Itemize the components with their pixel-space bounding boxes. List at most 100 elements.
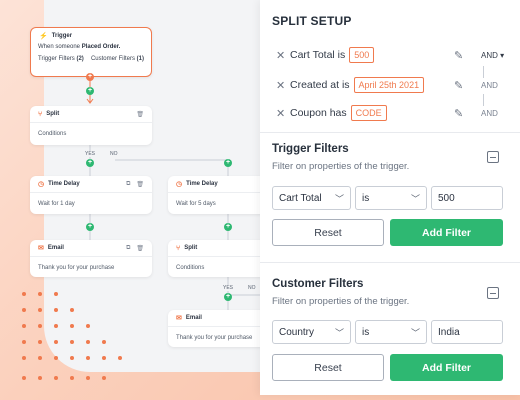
email-node-title: Email [185,315,202,321]
add-step-plus-icon[interactable]: + [86,223,94,231]
select-value: is [362,192,370,204]
close-icon[interactable]: ✕ [276,49,290,62]
and-operator-label: AND [481,80,498,90]
trigger-filter-value-input[interactable]: 500 [431,186,503,210]
add-step-plus-icon[interactable]: + [224,293,232,301]
customer-filters-add-button[interactable]: Add Filter [390,354,503,381]
close-icon[interactable]: ✕ [276,107,290,120]
bolt-icon: ⚡ [39,32,48,40]
and-operator-dropdown[interactable]: AND ▾ [481,51,504,60]
pencil-icon[interactable]: ✎ [454,79,463,92]
split-setup-panel: SPLIT SETUP ✕ Cart Total is 500 ✎ AND ▾ … [260,0,520,395]
trigger-node-body: When someone Placed Order. Trigger Filte… [31,44,151,62]
trigger-filters-summary[interactable]: Trigger Filters (2) [38,56,84,62]
trash-icon[interactable]: 🗑 [136,181,144,188]
close-icon[interactable]: ✕ [276,79,290,92]
condition-value-chip[interactable]: April 25th 2021 [353,77,425,93]
collapse-icon[interactable] [487,287,499,299]
split-icon: ⑂ [38,110,43,118]
time-delay-node[interactable]: ◷ Time Delay Wait for 5 days [168,176,268,214]
condition-row: ✕ Cart Total is 500 ✎ AND ▾ [276,46,506,64]
customer-filters-subtitle: Filter on properties of the trigger. [272,296,410,307]
select-value: is [362,326,370,338]
condition-row: ✕ Coupon has CODE ✎ AND [276,104,506,122]
email-node-title: Email [47,245,64,251]
time-delay-title: Time Delay [48,181,80,187]
select-value: Cart Total [279,192,322,204]
email-node-body: Thank you for your purchase [38,265,115,271]
condition-value-chip[interactable]: CODE [350,105,387,121]
pencil-icon[interactable]: ✎ [454,107,463,120]
input-value: 500 [438,192,455,204]
trigger-filters-subtitle: Filter on properties of the trigger. [272,161,410,172]
trigger-filters-title: Trigger Filters [272,143,349,155]
trigger-event: Placed Order. [81,44,121,50]
trigger-filters-count: (2) [76,56,84,62]
time-delay-tools: ⧉ 🗑 [126,181,144,188]
trigger-filter-field-select[interactable]: Cart Total ﹀ [272,186,351,210]
customer-filters-reset-button[interactable]: Reset [272,354,384,381]
trash-icon[interactable]: 🗑 [136,111,144,118]
branch-yes-label: YES [222,285,235,291]
divider [260,262,520,263]
branch-no-label: NO [247,285,257,291]
email-node-header: ✉ Email ⧉ 🗑 [30,240,152,257]
customer-filter-field-select[interactable]: Country ﹀ [272,320,351,344]
email-node[interactable]: ✉ Email Thank you for your purchase [168,310,268,347]
chevron-down-icon: ﹀ [334,327,344,338]
add-step-plus-icon[interactable]: + [86,159,94,167]
time-delay-body: Wait for 5 days [176,201,216,207]
customer-filter-value-input[interactable]: India [431,320,503,344]
trash-icon[interactable]: 🗑 [136,245,144,252]
chevron-down-icon: ﹀ [410,327,420,338]
trigger-filter-operator-select[interactable]: is ﹀ [355,186,427,210]
chevron-down-icon: ﹀ [410,193,420,204]
customer-filter-operator-select[interactable]: is ﹀ [355,320,427,344]
customer-filters-label: Customer Filters [90,56,135,62]
copy-icon[interactable]: ⧉ [126,181,130,188]
trigger-node[interactable]: ⚡ Trigger When someone Placed Order. Tri… [30,27,152,77]
trigger-filters-reset-button[interactable]: Reset [272,219,384,246]
time-delay-node[interactable]: ◷ Time Delay ⧉ 🗑 Wait for 1 day [30,176,152,214]
email-node[interactable]: ✉ Email ⧉ 🗑 Thank you for your purchase [30,240,152,277]
time-delay-header: ◷ Time Delay ⧉ 🗑 [30,176,152,193]
pencil-icon[interactable]: ✎ [454,49,463,62]
time-delay-header: ◷ Time Delay [168,176,268,193]
trigger-node-header: ⚡ Trigger [31,28,151,44]
chevron-down-icon: ﹀ [334,193,344,204]
add-step-plus-icon[interactable]: + [86,73,94,81]
divider [260,132,520,133]
select-value: Country [279,326,315,338]
add-step-plus-icon[interactable]: + [86,87,94,95]
panel-title: SPLIT SETUP [272,14,352,28]
input-value: India [438,326,460,338]
clock-icon: ◷ [176,180,183,188]
add-step-plus-icon[interactable]: + [224,159,232,167]
collapse-icon[interactable] [487,151,499,163]
customer-filters-summary[interactable]: Customer Filters (1) [91,56,144,62]
add-step-plus-icon[interactable]: + [224,223,232,231]
condition-label: Coupon has [290,107,347,119]
split-node-tools: 🗑 [136,111,144,118]
branch-yes-label: YES [84,151,97,157]
trigger-description: When someone Placed Order. [38,44,144,50]
split-node[interactable]: ⑂ Split 🗑 Conditions [30,106,152,145]
split-node-header: ⑂ Split [168,240,268,257]
customer-filters-count: (1) [136,56,144,62]
email-node-header: ✉ Email [168,310,268,327]
split-node-header: ⑂ Split 🗑 [30,106,152,123]
customer-filters-title: Customer Filters [272,278,364,290]
trigger-filters-label: Trigger Filters [38,56,75,62]
split-node-title: Split [184,245,198,251]
email-node-body: Thank you for your purchase [176,335,253,341]
split-node[interactable]: ⑂ Split Conditions [168,240,268,277]
condition-label: Created at is [290,79,350,91]
split-node-title: Split [46,111,60,117]
clock-icon: ◷ [38,180,45,188]
copy-icon[interactable]: ⧉ [126,245,130,252]
condition-value-chip[interactable]: 500 [349,47,375,63]
and-operator-label: AND [481,108,498,118]
trigger-filters-add-button[interactable]: Add Filter [390,219,503,246]
trigger-desc-prefix: When someone [38,44,81,50]
envelope-icon: ✉ [176,314,182,322]
